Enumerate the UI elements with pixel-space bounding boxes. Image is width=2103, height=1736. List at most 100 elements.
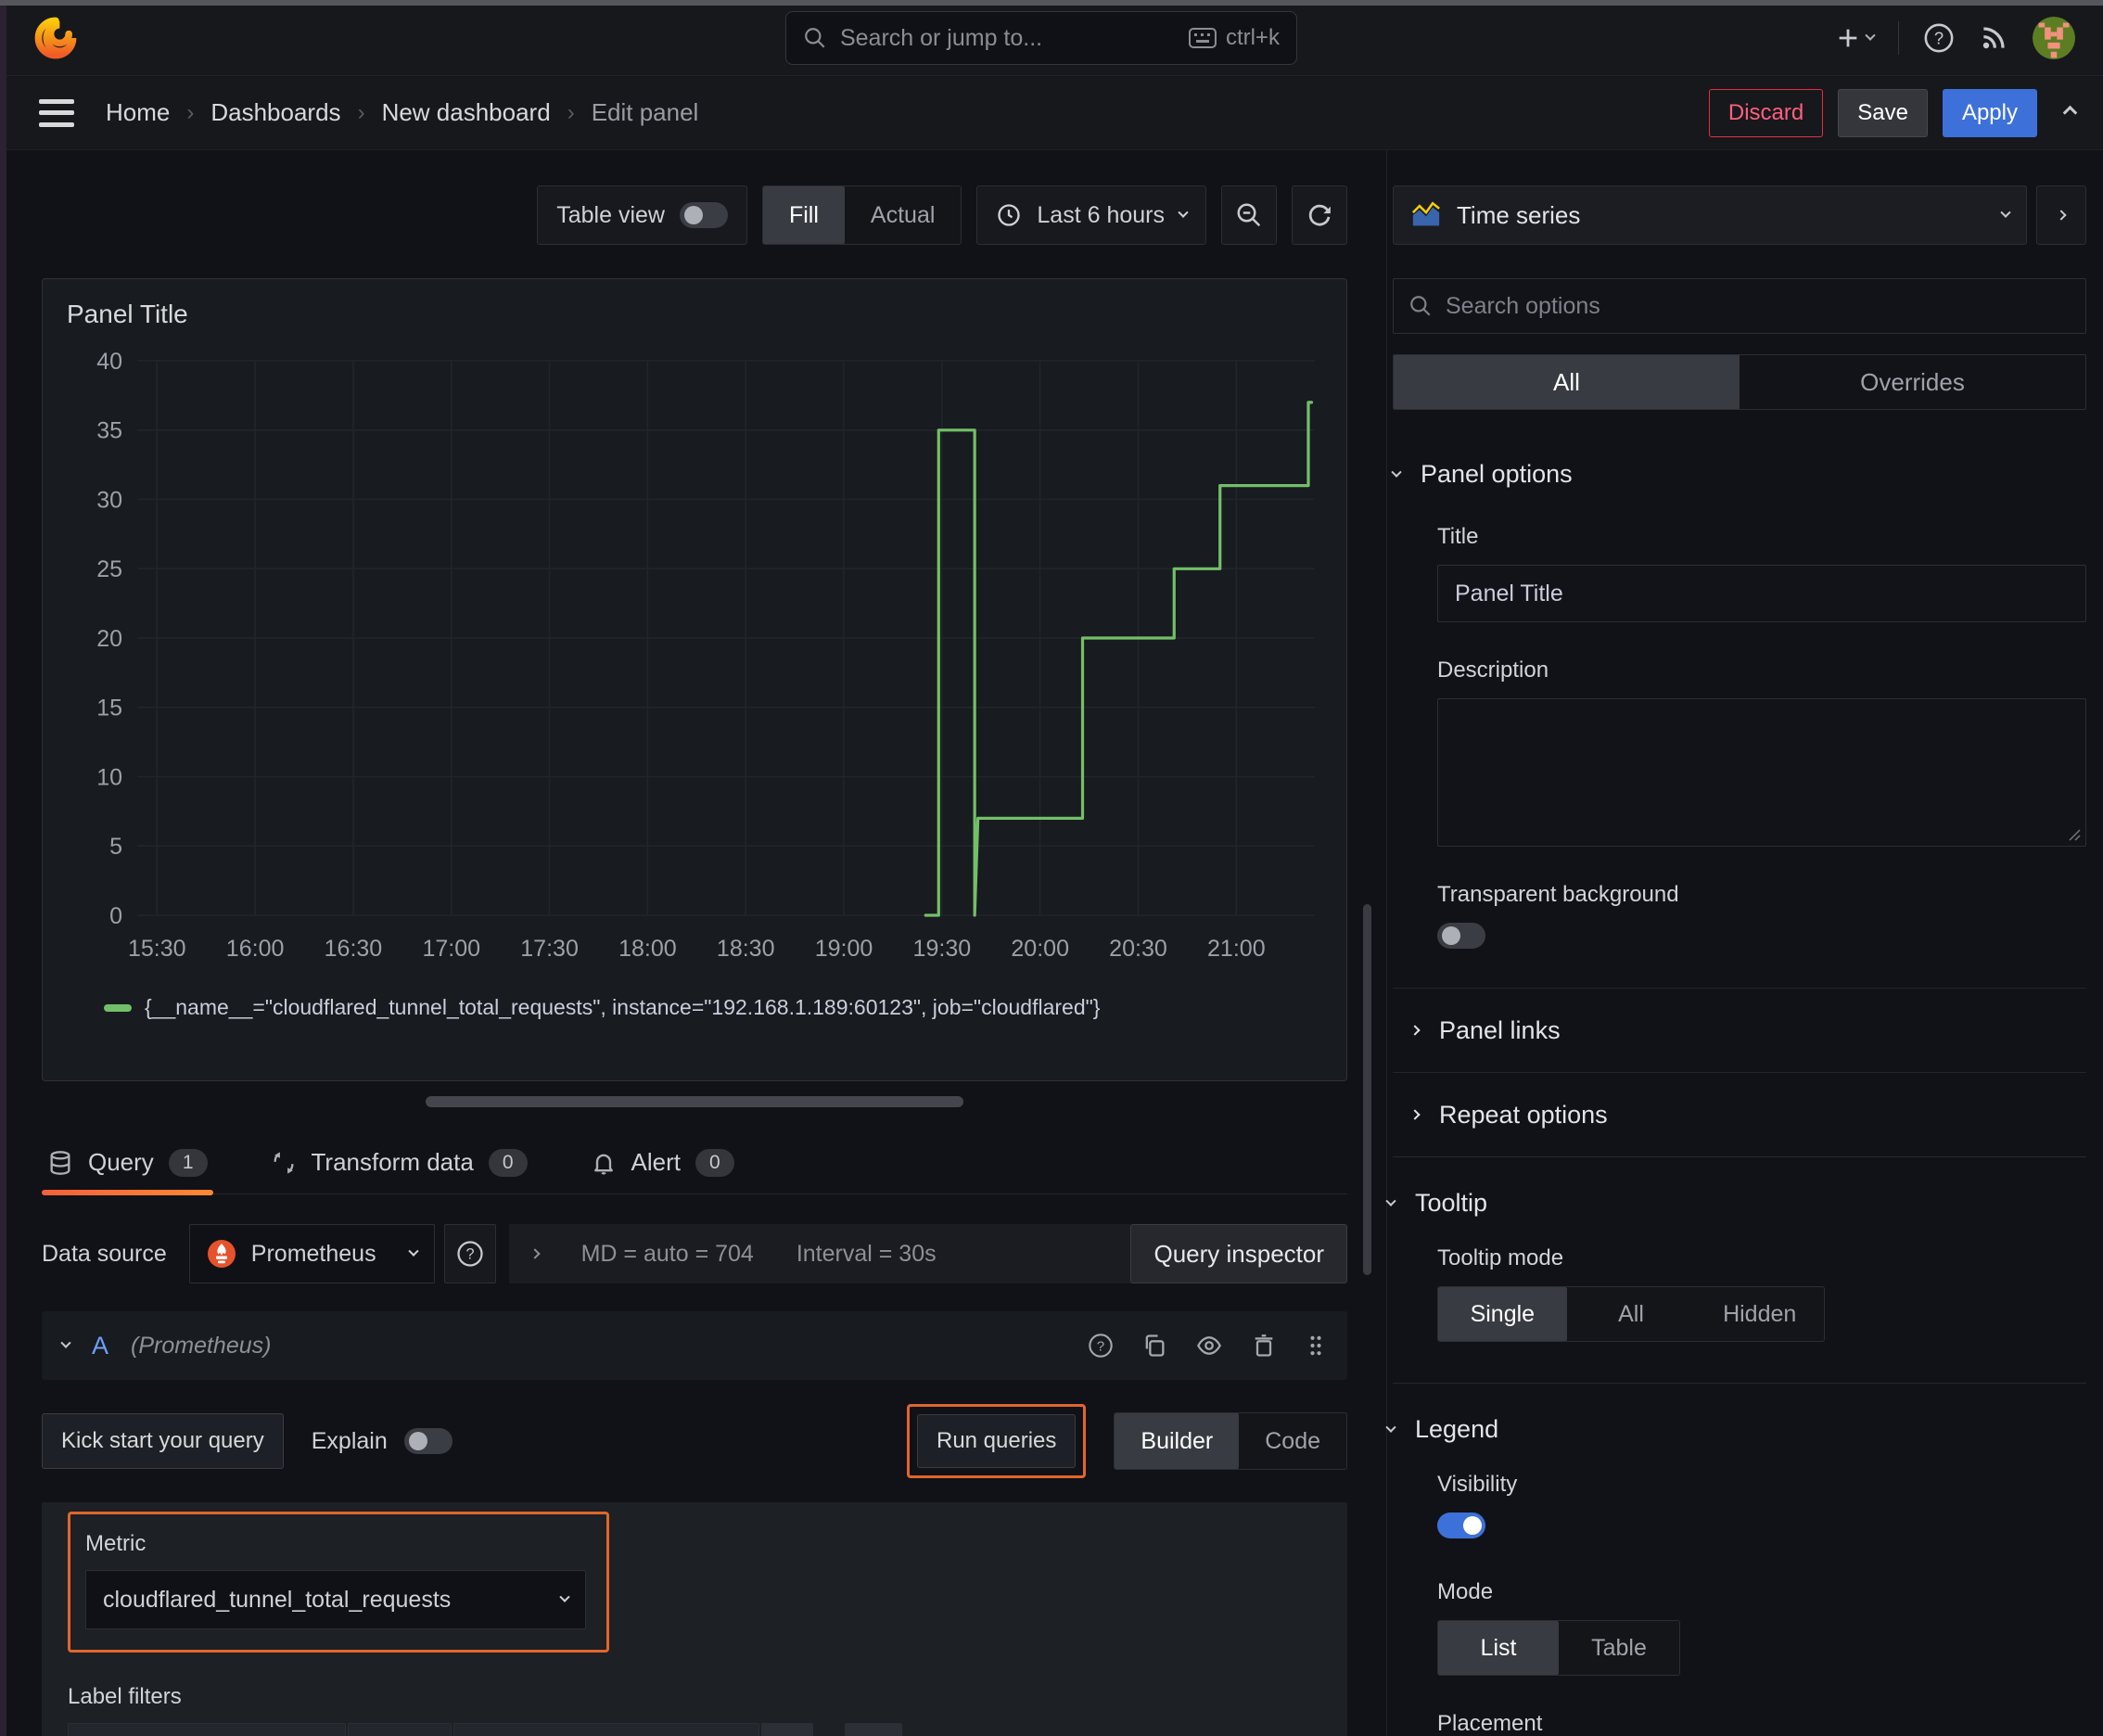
tooltip-mode-all[interactable]: All — [1567, 1287, 1696, 1341]
remove-filter-button[interactable]: ✕ — [761, 1723, 813, 1736]
panel-links-section[interactable]: Panel links — [1393, 989, 2086, 1072]
tab-all[interactable]: All — [1394, 355, 1740, 409]
zoom-out-icon — [1237, 203, 1261, 227]
collapse-header-icon[interactable] — [2062, 105, 2078, 121]
user-avatar[interactable] — [2033, 16, 2075, 59]
explain-toggle[interactable] — [403, 1428, 452, 1454]
tab-overrides[interactable]: Overrides — [1740, 355, 2085, 409]
zoom-out-button[interactable] — [1221, 185, 1277, 245]
data-source-label: Data source — [42, 1240, 167, 1267]
tooltip-mode-label: Tooltip mode — [1437, 1245, 1564, 1270]
code-option[interactable]: Code — [1239, 1413, 1346, 1469]
operator-dropdown[interactable]: = — [348, 1723, 452, 1736]
help-icon[interactable]: ? — [1923, 22, 1955, 54]
panel-options-header[interactable]: Panel options — [1391, 460, 2086, 489]
legend-mode-list[interactable]: List — [1438, 1621, 1559, 1675]
all-overrides-tabs: All Overrides — [1393, 354, 2086, 410]
tab-query[interactable]: Query 1 — [42, 1148, 213, 1195]
options-sidebar: Time series All Overrides — [1385, 150, 2103, 1736]
resize-grip-icon[interactable] — [2066, 826, 2081, 841]
visualization-name: Time series — [1457, 200, 1581, 229]
main-scrollbar-thumb[interactable] — [1363, 904, 1371, 1275]
query-help-icon[interactable]: ? — [1088, 1333, 1114, 1359]
tab-transform-data[interactable]: Transform data 0 — [265, 1148, 533, 1194]
add-filter-button[interactable]: + — [845, 1723, 902, 1736]
collapse-query-icon[interactable] — [60, 1337, 71, 1348]
time-series-chart[interactable]: 0 5 10 15 20 25 30 35 40 15:30 16:00 16:30 17:00 17:3… — [63, 338, 1326, 993]
discard-button[interactable]: Discard — [1708, 88, 1824, 137]
query-inspector-button[interactable]: Query inspector — [1130, 1224, 1347, 1283]
chevron-down-icon — [559, 1591, 570, 1602]
drag-handle-icon[interactable] — [1305, 1333, 1327, 1359]
select-value-dropdown[interactable]: Select value — [453, 1723, 759, 1736]
breadcrumb-home[interactable]: Home — [106, 98, 170, 127]
tooltip-mode-hidden[interactable]: Hidden — [1695, 1287, 1824, 1341]
duplicate-query-icon[interactable] — [1141, 1333, 1167, 1359]
transparent-bg-label: Transparent background — [1437, 882, 1679, 907]
time-range-picker[interactable]: Last 6 hours — [976, 185, 1206, 245]
options-search-input[interactable] — [1446, 292, 2071, 320]
svg-text:0: 0 — [109, 903, 122, 929]
tab-alert[interactable]: Alert 0 — [585, 1148, 740, 1194]
legend-series-name[interactable]: {__name__="cloudflared_tunnel_total_requ… — [145, 995, 1100, 1020]
window-top-edge — [0, 0, 2103, 6]
toggle-visibility-icon[interactable] — [1195, 1333, 1223, 1359]
kick-start-query-button[interactable]: Kick start your query — [42, 1413, 284, 1469]
global-search-input[interactable] — [839, 24, 1176, 52]
legend-mode-table[interactable]: Table — [1559, 1621, 1679, 1675]
repeat-options-title: Repeat options — [1439, 1100, 1608, 1129]
query-row-actions: ? — [1088, 1333, 1327, 1359]
visualization-picker[interactable]: Time series — [1393, 185, 2027, 245]
global-search-box[interactable]: ctrl+k — [784, 11, 1297, 65]
metric-select[interactable]: cloudflared_tunnel_total_requests — [85, 1570, 586, 1629]
legend-visibility-toggle[interactable] — [1437, 1513, 1485, 1538]
svg-text:15:30: 15:30 — [128, 936, 186, 962]
nav-divider — [1898, 20, 1899, 55]
grafana-logo-icon[interactable] — [33, 16, 78, 60]
svg-text:?: ? — [1934, 28, 1944, 47]
refresh-icon — [1308, 204, 1331, 226]
apply-button[interactable]: Apply — [1942, 88, 2037, 137]
breadcrumb-dashboards[interactable]: Dashboards — [210, 98, 340, 127]
label-filter-row: Select label = Select value ✕ + — [68, 1723, 1321, 1736]
query-row-header[interactable]: A (Prometheus) ? — [42, 1311, 1347, 1380]
transparent-bg-toggle[interactable] — [1437, 923, 1485, 949]
title-field-label: Title — [1437, 524, 1479, 549]
table-view-toggle[interactable] — [679, 202, 728, 228]
toggle-viz-pane-button[interactable] — [2036, 185, 2086, 245]
menu-toggle-button[interactable] — [39, 98, 74, 127]
svg-text:15: 15 — [96, 696, 122, 721]
tooltip-mode-single[interactable]: Single — [1438, 1287, 1567, 1341]
svg-text:20: 20 — [96, 626, 122, 652]
legend-section-header[interactable]: Legend — [1385, 1415, 2086, 1444]
repeat-options-section[interactable]: Repeat options — [1393, 1073, 2086, 1156]
table-view-toggle-group: Table view — [537, 185, 747, 245]
main-column: Table view Fill Actual Last 6 hours Pane… — [0, 150, 1386, 1736]
delete-query-icon[interactable] — [1251, 1333, 1277, 1359]
save-button[interactable]: Save — [1838, 88, 1928, 137]
breadcrumb-new-dashboard[interactable]: New dashboard — [382, 98, 551, 127]
data-source-help-button[interactable]: ? — [443, 1224, 496, 1283]
legend-series-swatch[interactable] — [104, 1003, 132, 1012]
refresh-button[interactable] — [1292, 185, 1347, 245]
run-queries-button[interactable]: Run queries — [916, 1414, 1077, 1468]
svg-text:30: 30 — [96, 488, 122, 514]
new-menu-button[interactable] — [1835, 25, 1876, 51]
actual-option[interactable]: Actual — [845, 186, 961, 244]
svg-text:20:30: 20:30 — [1109, 936, 1167, 962]
panel-resize-handle[interactable] — [426, 1096, 963, 1107]
legend-section-body: Visibility Mode List Table Placement Bot… — [1393, 1472, 2086, 1736]
tooltip-section-header[interactable]: Tooltip — [1385, 1189, 2086, 1218]
news-rss-icon[interactable] — [1979, 23, 2008, 53]
search-icon — [1410, 296, 1431, 316]
options-search-box[interactable] — [1393, 278, 2086, 334]
builder-option[interactable]: Builder — [1115, 1413, 1240, 1469]
panel-title-input[interactable] — [1437, 565, 2086, 622]
description-textarea[interactable] — [1437, 698, 2086, 847]
label-filters-label: Label filters — [68, 1684, 182, 1709]
data-source-picker[interactable]: Prometheus — [188, 1224, 435, 1283]
svg-text:17:30: 17:30 — [520, 936, 579, 962]
description-field-label: Description — [1437, 657, 1549, 683]
fill-option[interactable]: Fill — [762, 186, 845, 244]
select-label-dropdown[interactable]: Select label — [68, 1723, 346, 1736]
